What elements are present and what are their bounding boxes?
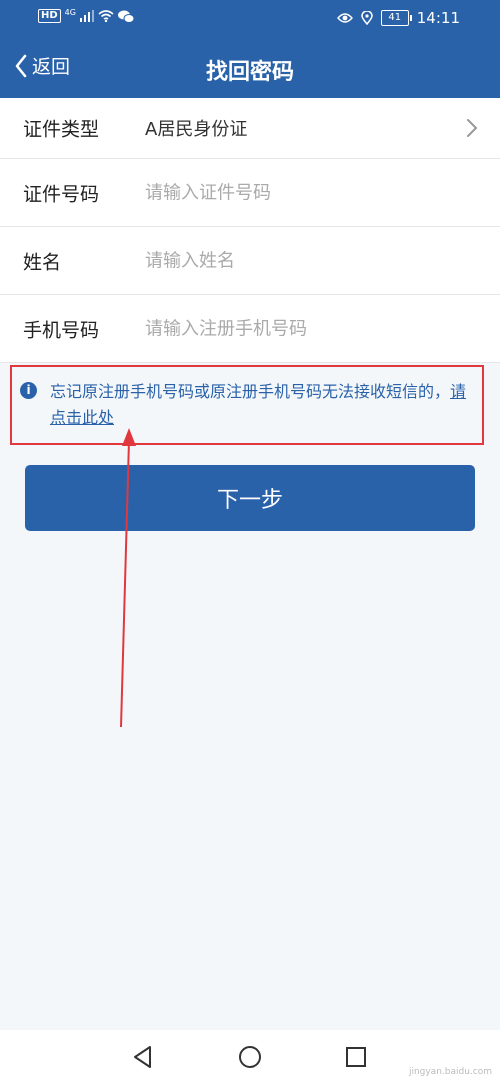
id-type-value: A居民身份证 — [145, 119, 248, 140]
signal-icon — [79, 10, 94, 22]
recents-square-icon[interactable] — [343, 1044, 369, 1070]
phone-label: 手机号码 — [23, 319, 100, 341]
wifi-icon — [98, 10, 114, 22]
notice-text: 忘记原注册手机号码或原注册手机号码无法接收短信的，请点击此处 — [50, 379, 475, 431]
id-number-row: 证件号码 — [0, 159, 500, 227]
id-type-row[interactable]: 证件类型 A居民身份证 — [0, 98, 500, 159]
watermark: jingyan.baidu.com — [408, 1067, 492, 1077]
id-type-label: 证件类型 — [23, 118, 100, 141]
back-triangle-icon[interactable] — [130, 1044, 156, 1070]
phone-row: 手机号码 — [0, 295, 500, 363]
system-nav-bar: jingyan.baidu.com — [0, 1030, 500, 1083]
phone-input[interactable] — [145, 318, 465, 339]
page-title: 找回密码 — [205, 60, 294, 85]
battery-icon: 41 — [380, 10, 412, 26]
network-type: 4G — [64, 7, 76, 17]
next-step-button[interactable]: 下一步 — [25, 465, 475, 531]
chevron-right-icon — [467, 119, 478, 137]
id-number-input[interactable] — [145, 182, 465, 203]
hd-icon: HD — [38, 9, 61, 23]
home-circle-icon[interactable] — [237, 1044, 263, 1070]
name-input[interactable] — [145, 250, 465, 271]
status-left: HD 4G — [38, 7, 134, 23]
location-icon — [361, 11, 373, 25]
nav-bar: 返回 找回密码 — [0, 38, 500, 98]
notice-message: 忘记原注册手机号码或原注册手机号码无法接收短信的， — [50, 382, 451, 401]
notice-box: i 忘记原注册手机号码或原注册手机号码无法接收短信的，请点击此处 — [10, 365, 484, 445]
info-icon: i — [20, 382, 37, 399]
status-right: 41 14:11 — [336, 9, 460, 27]
id-number-label: 证件号码 — [23, 183, 100, 205]
name-label: 姓名 — [23, 251, 62, 273]
eye-icon — [336, 13, 353, 23]
recovery-form: 证件类型 A居民身份证 证件号码 姓名 手机号码 — [0, 98, 500, 363]
wechat-icon — [117, 10, 134, 23]
name-row: 姓名 — [0, 227, 500, 295]
clock: 14:11 — [416, 9, 460, 27]
status-bar: HD 4G 41 14:11 — [0, 0, 500, 38]
